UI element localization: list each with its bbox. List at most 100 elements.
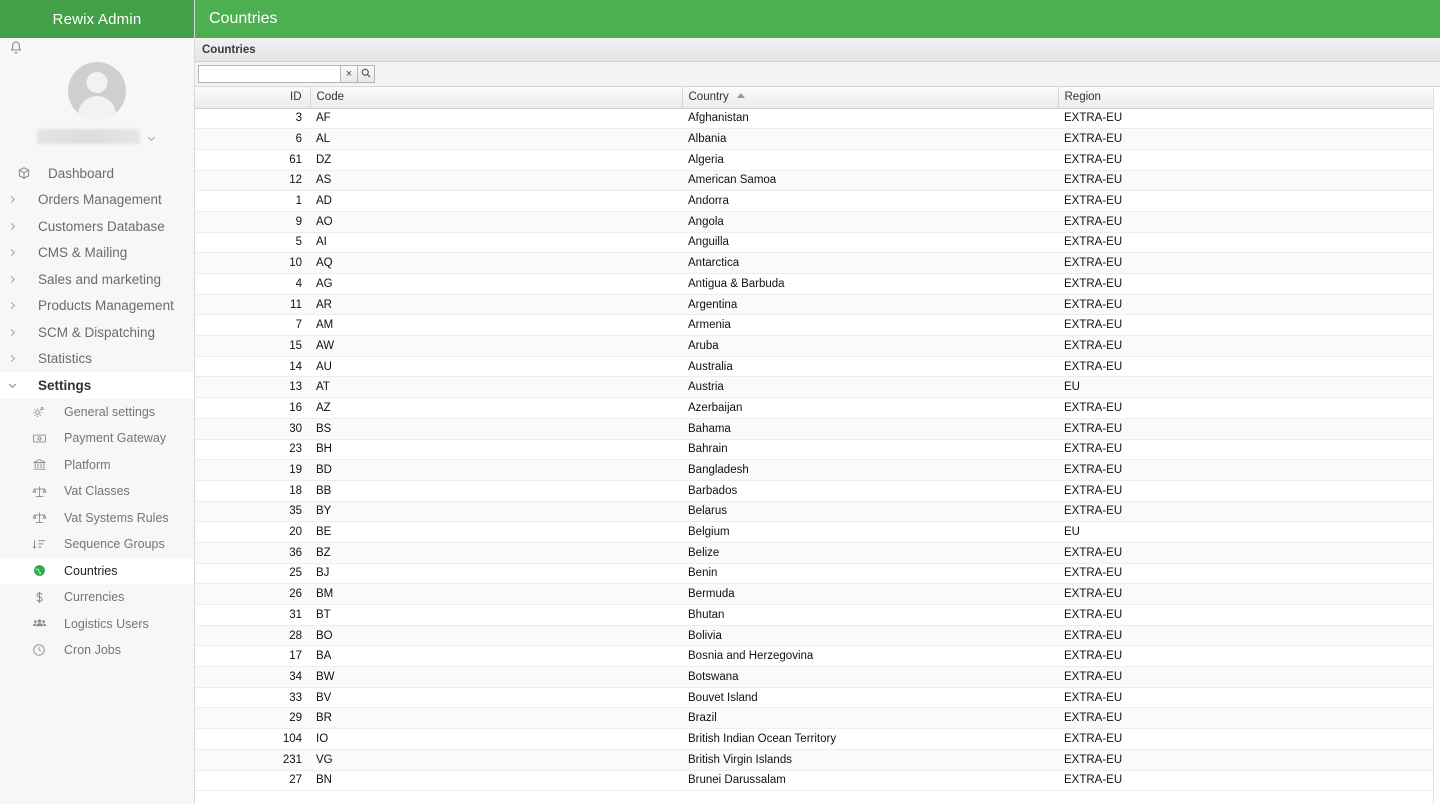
table-row[interactable]: 231 VG British Virgin Islands EXTRA-EU xyxy=(195,749,1440,771)
cell-region: EXTRA-EU xyxy=(1058,273,1440,295)
column-header-label: Region xyxy=(1064,91,1101,104)
table-row[interactable]: 20 BE Belgium EU xyxy=(195,521,1440,543)
cell-region: EXTRA-EU xyxy=(1058,252,1440,274)
sidebar-item-products-management[interactable]: Products Management xyxy=(0,293,194,320)
table-row[interactable]: 17 BA Bosnia and Herzegovina EXTRA-EU xyxy=(195,645,1440,668)
table-row[interactable]: 23 BH Bahrain EXTRA-EU xyxy=(195,439,1440,461)
table-header-row: ID Code Country Region xyxy=(195,87,1440,109)
table-row[interactable]: 104 IO British Indian Ocean Territory EXTRA… xyxy=(195,728,1440,750)
cell-id: 27 xyxy=(195,770,310,792)
cell-code: BA xyxy=(310,645,682,668)
cell-id: 16 xyxy=(195,397,310,419)
cell-code: AL xyxy=(310,128,682,150)
column-header-id[interactable]: ID xyxy=(195,87,311,109)
cell-id: 29 xyxy=(195,707,310,730)
search-button[interactable] xyxy=(358,65,375,83)
vertical-scrollbar[interactable] xyxy=(1432,87,1440,804)
sidebar-item-payment-gateway[interactable]: Payment Gateway xyxy=(0,425,194,452)
cell-region: EXTRA-EU xyxy=(1058,356,1440,378)
sidebar-item-cron-jobs[interactable]: Cron Jobs xyxy=(0,637,194,664)
table-row[interactable]: 35 BY Belarus EXTRA-EU xyxy=(195,501,1440,523)
sidebar-item-statistics[interactable]: Statistics xyxy=(0,346,194,373)
sidebar-item-sales-and-marketing[interactable]: Sales and marketing xyxy=(0,266,194,293)
cell-code: AW xyxy=(310,335,682,357)
sidebar-item-label: Settings xyxy=(38,377,92,393)
cell-country: Belgium xyxy=(682,521,1058,543)
sidebar-item-vat-systems-rules[interactable]: Vat Systems Rules xyxy=(0,505,194,532)
table-row[interactable]: 61 DZ Algeria EXTRA-EU xyxy=(195,149,1440,171)
table-row[interactable]: 4 AG Antigua & Barbuda EXTRA-EU xyxy=(195,273,1440,295)
table-row[interactable]: 27 BN Brunei Darussalam EXTRA-EU xyxy=(195,770,1440,792)
sidebar-item-general-settings[interactable]: General settings xyxy=(0,399,194,426)
table-row[interactable]: 33 BV Bouvet Island EXTRA-EU xyxy=(195,687,1440,709)
table-row[interactable]: 10 AQ Antarctica EXTRA-EU xyxy=(195,252,1440,274)
cell-country: Bahama xyxy=(682,418,1058,440)
sidebar-subitem-label: Vat Classes xyxy=(64,484,130,499)
sidebar-item-scm-dispatching[interactable]: SCM & Dispatching xyxy=(0,319,194,346)
column-header-country[interactable]: Country xyxy=(682,87,1059,109)
grid-container[interactable]: ID Code Country Region 3 AF Afghanistan … xyxy=(195,87,1440,804)
sidebar-item-logistics-users[interactable]: Logistics Users xyxy=(0,611,194,638)
chevron-right-icon xyxy=(0,300,24,311)
cell-region: EU xyxy=(1058,521,1440,543)
column-header-code[interactable]: Code xyxy=(310,87,683,109)
column-header-region[interactable]: Region xyxy=(1058,87,1440,109)
cell-id: 104 xyxy=(195,728,310,750)
table-row[interactable]: 12 AS American Samoa EXTRA-EU xyxy=(195,170,1440,192)
table-row[interactable]: 16 AZ Azerbaijan EXTRA-EU xyxy=(195,397,1440,419)
table-row[interactable]: 28 BO Bolivia EXTRA-EU xyxy=(195,625,1440,647)
table-row[interactable]: 11 AR Argentina EXTRA-EU xyxy=(195,294,1440,316)
table-row[interactable]: 31 BT Bhutan EXTRA-EU xyxy=(195,604,1440,626)
cell-region: EXTRA-EU xyxy=(1058,459,1440,481)
cell-id: 14 xyxy=(195,356,310,378)
sidebar-item-countries[interactable]: Countries xyxy=(0,557,194,584)
cell-code: BJ xyxy=(310,563,682,585)
cell-code: BT xyxy=(310,604,682,626)
table-row[interactable]: 18 BB Barbados EXTRA-EU xyxy=(195,480,1440,502)
table-row[interactable]: 5 AI Anguilla EXTRA-EU xyxy=(195,232,1440,254)
cell-id: 1 xyxy=(195,190,310,212)
bell-icon[interactable] xyxy=(8,40,24,56)
table-row[interactable]: 34 BW Botswana EXTRA-EU xyxy=(195,666,1440,688)
cell-code: BE xyxy=(310,521,682,543)
sidebar-item-dashboard[interactable]: Dashboard xyxy=(0,160,194,187)
table-row[interactable]: 9 AO Angola EXTRA-EU xyxy=(195,211,1440,233)
sidebar-item-cms-mailing[interactable]: CMS & Mailing xyxy=(0,240,194,267)
cell-code: IO xyxy=(310,728,682,750)
sidebar-item-customers-database[interactable]: Customers Database xyxy=(0,213,194,240)
table-row[interactable]: 25 BJ Benin EXTRA-EU xyxy=(195,563,1440,585)
search-input[interactable] xyxy=(198,65,341,83)
table-row[interactable]: 7 AM Armenia EXTRA-EU xyxy=(195,314,1440,337)
table-row[interactable]: 26 BM Bermuda EXTRA-EU xyxy=(195,583,1440,605)
table-row[interactable]: 14 AU Australia EXTRA-EU xyxy=(195,356,1440,378)
cell-code: AQ xyxy=(310,252,682,274)
cell-country: Belarus xyxy=(682,501,1058,523)
table-row[interactable]: 3 AF Afghanistan EXTRA-EU xyxy=(195,108,1440,130)
table-row[interactable]: 15 AW Aruba EXTRA-EU xyxy=(195,335,1440,357)
cell-id: 61 xyxy=(195,149,310,171)
sidebar-item-platform[interactable]: Platform xyxy=(0,452,194,479)
table-row[interactable]: 19 BD Bangladesh EXTRA-EU xyxy=(195,459,1440,481)
chevron-down-icon[interactable] xyxy=(146,131,157,142)
table-row[interactable]: 1 AD Andorra EXTRA-EU xyxy=(195,190,1440,212)
cell-country: Anguilla xyxy=(682,232,1058,254)
cell-country: Benin xyxy=(682,563,1058,585)
cell-code: BO xyxy=(310,625,682,647)
cell-id: 3 xyxy=(195,108,310,130)
sidebar-item-vat-classes[interactable]: Vat Classes xyxy=(0,478,194,505)
cell-code: BB xyxy=(310,480,682,502)
username-row[interactable] xyxy=(37,129,157,144)
cell-region: EXTRA-EU xyxy=(1058,418,1440,440)
sidebar-item-orders-management[interactable]: Orders Management xyxy=(0,187,194,214)
table-row[interactable]: 36 BZ Belize EXTRA-EU xyxy=(195,542,1440,564)
user-profile[interactable] xyxy=(0,60,194,144)
table-row[interactable]: 6 AL Albania EXTRA-EU xyxy=(195,128,1440,150)
sidebar-item-currencies[interactable]: Currencies xyxy=(0,584,194,611)
table-row[interactable]: 13 AT Austria EU xyxy=(195,376,1440,399)
sidebar-item-sequence-groups[interactable]: Sequence Groups xyxy=(0,531,194,558)
table-row[interactable]: 29 BR Brazil EXTRA-EU xyxy=(195,707,1440,730)
cell-region: EXTRA-EU xyxy=(1058,397,1440,419)
sidebar-item-settings[interactable]: Settings xyxy=(0,372,194,399)
table-row[interactable]: 30 BS Bahama EXTRA-EU xyxy=(195,418,1440,440)
clear-search-button[interactable]: × xyxy=(341,65,358,83)
